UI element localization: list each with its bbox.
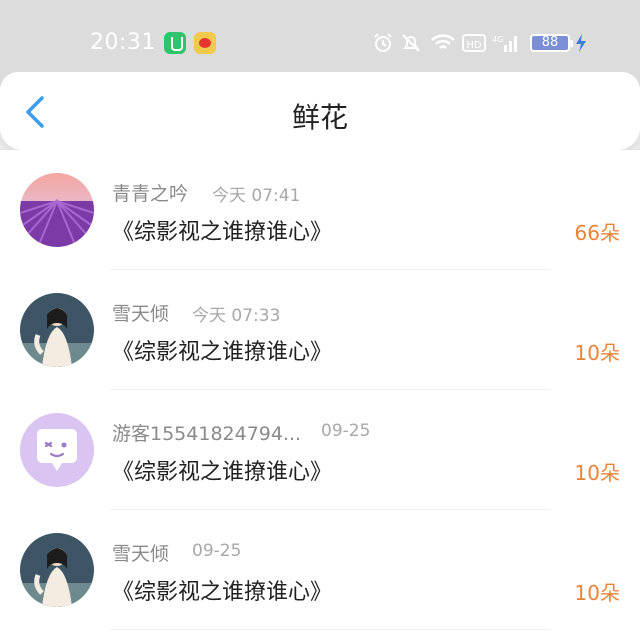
gift-sender-name: 雪天倾: [112, 303, 170, 325]
battery-icon: 88: [530, 34, 573, 52]
gift-list-item[interactable]: 青青之吟 今天 07:41 《综影视之谁撩谁心》 66朵: [0, 150, 640, 270]
guest-chat-avatar: [20, 413, 94, 487]
gift-time: 09-25: [321, 421, 371, 441]
gift-time: 今天 07:41: [212, 186, 301, 206]
mute-icon: [402, 34, 420, 52]
work-title: 《综影视之谁撩谁心》: [112, 340, 333, 365]
page-title: 鲜花: [291, 101, 348, 134]
battery-level: 88: [541, 35, 559, 50]
status-time: 20:31: [90, 30, 156, 55]
navigation-header: 鲜花: [0, 72, 640, 150]
costume-girl-avatar: [20, 533, 94, 607]
charging-icon: [576, 34, 586, 52]
weibo-icon: [194, 32, 216, 54]
flower-count: 10朵: [574, 581, 620, 605]
green-app-icon: [164, 32, 186, 54]
work-title: 《综影视之谁撩谁心》: [112, 460, 333, 485]
gift-time: 今天 07:33: [192, 306, 281, 326]
gift-list-item[interactable]: 雪天倾 09-25 《综影视之谁撩谁心》 10朵: [0, 510, 640, 630]
work-title: 《综影视之谁撩谁心》: [112, 220, 333, 245]
gift-time: 09-25: [192, 541, 242, 561]
gift-sender-name: 青青之吟: [112, 183, 189, 205]
lavender-field-avatar: [20, 173, 94, 247]
gift-list-item[interactable]: 雪天倾 今天 07:33 《综影视之谁撩谁心》 10朵: [0, 270, 640, 390]
work-title: 《综影视之谁撩谁心》: [112, 580, 333, 605]
gift-list-item[interactable]: 游客15541824794... 09-25 《综影视之谁撩谁心》 10朵: [0, 390, 640, 510]
flower-count: 66朵: [574, 221, 620, 245]
costume-girl-avatar: [20, 293, 94, 367]
flower-gift-list: 青青之吟 今天 07:41 《综影视之谁撩谁心》 66朵 雪天倾 今天 07:3…: [0, 150, 640, 638]
svg-text:4G: 4G: [492, 35, 503, 44]
4g-signal-icon: 4G: [492, 35, 517, 52]
flower-count: 10朵: [574, 461, 620, 485]
gift-sender-name: 游客15541824794...: [112, 423, 302, 445]
gift-sender-name: 雪天倾: [112, 543, 170, 565]
wifi-icon: [431, 34, 455, 49]
flower-count: 10朵: [574, 341, 620, 365]
svg-text:HD: HD: [466, 40, 482, 51]
hd-icon: HD: [462, 34, 486, 52]
alarm-icon: [374, 33, 392, 52]
divider: [110, 629, 550, 630]
